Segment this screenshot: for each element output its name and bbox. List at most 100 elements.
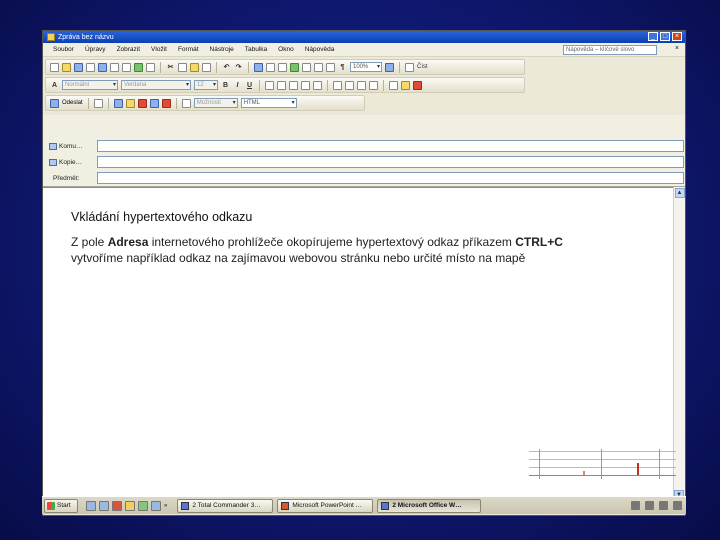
minimize-button[interactable]: _ [648, 32, 658, 41]
to-field[interactable] [97, 140, 684, 152]
justify-icon[interactable] [301, 80, 310, 90]
line-spacing-icon[interactable] [313, 80, 322, 90]
volume-icon[interactable] [645, 501, 654, 510]
columns-icon[interactable] [302, 62, 311, 72]
outlook-icon[interactable] [125, 500, 135, 511]
graph-tick [539, 449, 540, 479]
underline-icon[interactable]: U [245, 81, 254, 90]
options-icon[interactable] [181, 98, 191, 108]
menu-format[interactable]: Formát [178, 46, 199, 53]
redo-icon[interactable]: ↷ [234, 63, 243, 72]
maximize-button[interactable]: □ [660, 32, 670, 41]
align-right-icon[interactable] [289, 80, 298, 90]
cc-field[interactable] [97, 156, 684, 168]
menu-insert[interactable]: Vložit [151, 46, 167, 53]
menu-window[interactable]: Okno [278, 46, 294, 53]
help-icon[interactable] [385, 62, 394, 72]
cc-button[interactable]: Kopie… [49, 156, 97, 168]
quick-launch-chevron[interactable]: » [164, 503, 167, 509]
media-player-icon[interactable] [112, 500, 122, 511]
to-button[interactable]: Komu… [49, 140, 97, 152]
email-icon[interactable] [98, 62, 107, 72]
address-book-icon [49, 158, 57, 166]
title-bar[interactable]: Zpráva bez názvu _ □ × [43, 31, 685, 43]
menu-help[interactable]: Nápověda [305, 46, 335, 53]
font-select[interactable]: Verdana [121, 80, 191, 90]
insert-excel-icon[interactable] [290, 62, 299, 72]
mail-toolbar: Odeslat Možnosti HTML [45, 95, 365, 111]
scroll-up-icon[interactable]: ▲ [674, 188, 685, 198]
calculator-icon[interactable] [151, 500, 161, 511]
highlight-icon[interactable] [401, 80, 410, 90]
borders-icon[interactable] [389, 80, 398, 90]
font-size-select[interactable]: 12 [194, 80, 218, 90]
drawing-icon[interactable] [314, 62, 323, 72]
taskbar-item-word[interactable]: 2 Microsoft Office W… [377, 498, 482, 513]
close-document-icon[interactable]: × [675, 45, 679, 52]
show-hide-icon[interactable]: ¶ [338, 63, 347, 72]
send-icon[interactable] [50, 98, 59, 108]
help-search-input[interactable]: Nápověda – klíčové slovo [563, 45, 657, 55]
importance-high-icon[interactable] [137, 98, 147, 108]
print-icon[interactable] [110, 62, 119, 72]
internet-explorer-icon[interactable] [99, 500, 109, 511]
increase-indent-icon[interactable] [369, 80, 378, 90]
styles-icon[interactable]: A [50, 81, 59, 90]
graph-baseline [529, 475, 676, 476]
new-document-icon[interactable] [50, 62, 59, 72]
copy-icon[interactable] [178, 62, 187, 72]
subject-field[interactable] [97, 172, 684, 184]
insert-table-icon[interactable] [278, 62, 287, 72]
menu-view[interactable]: Zobrazit [117, 46, 140, 53]
message-format-select[interactable]: HTML [240, 98, 297, 108]
open-folder-icon[interactable] [62, 62, 71, 72]
menu-file[interactable]: Soubor [53, 46, 74, 53]
toolbar-separator [383, 79, 384, 91]
bullets-icon[interactable] [345, 80, 354, 90]
flag-icon[interactable] [161, 98, 171, 108]
spelling-icon[interactable] [134, 62, 143, 72]
decrease-indent-icon[interactable] [357, 80, 366, 90]
network-icon[interactable] [631, 501, 640, 510]
taskbar-item-powerpoint[interactable]: Microsoft PowerPoint … [277, 498, 374, 513]
bold-icon[interactable]: B [221, 81, 230, 90]
read-mode-label[interactable]: Číst [417, 64, 428, 70]
format-painter-icon[interactable] [202, 62, 211, 72]
document-map-icon[interactable] [326, 62, 335, 72]
permission-icon[interactable] [86, 62, 95, 72]
body-bold-address: Adresa [107, 235, 149, 249]
send-label[interactable]: Odeslat [62, 100, 83, 106]
align-center-icon[interactable] [277, 80, 286, 90]
address-book-icon[interactable] [125, 98, 135, 108]
start-button[interactable]: Start [44, 498, 78, 513]
cut-icon[interactable]: ✂ [166, 63, 175, 72]
check-names-icon[interactable] [113, 98, 123, 108]
research-icon[interactable] [146, 62, 155, 72]
security-icon[interactable] [659, 501, 668, 510]
options-select[interactable]: Možnosti [193, 98, 238, 108]
numbering-icon[interactable] [333, 80, 342, 90]
undo-icon[interactable]: ↶ [222, 63, 231, 72]
align-left-icon[interactable] [265, 80, 274, 90]
paste-icon[interactable] [190, 62, 199, 72]
menu-table[interactable]: Tabulka [245, 46, 267, 53]
save-icon[interactable] [74, 62, 83, 72]
font-color-icon[interactable] [413, 80, 422, 90]
attach-icon[interactable] [93, 98, 103, 108]
menu-tools[interactable]: Nástroje [210, 46, 234, 53]
style-select[interactable]: Normální [62, 80, 118, 90]
zoom-select[interactable]: 100% [350, 62, 382, 72]
read-mode-icon[interactable] [405, 62, 414, 72]
word-icon[interactable] [138, 500, 148, 511]
language-icon[interactable] [673, 501, 682, 510]
italic-icon[interactable]: I [233, 81, 242, 90]
insert-hyperlink-icon[interactable] [254, 62, 263, 72]
tables-borders-icon[interactable] [266, 62, 275, 72]
close-button[interactable]: × [672, 32, 682, 41]
taskbar-item-label: 2 Microsoft Office W… [392, 502, 462, 509]
importance-low-icon[interactable] [149, 98, 159, 108]
menu-edit[interactable]: Úpravy [85, 46, 106, 53]
print-preview-icon[interactable] [122, 62, 131, 72]
show-desktop-icon[interactable] [86, 500, 96, 511]
taskbar-item-total-commander[interactable]: 2 Total Commander 3… [177, 498, 274, 513]
